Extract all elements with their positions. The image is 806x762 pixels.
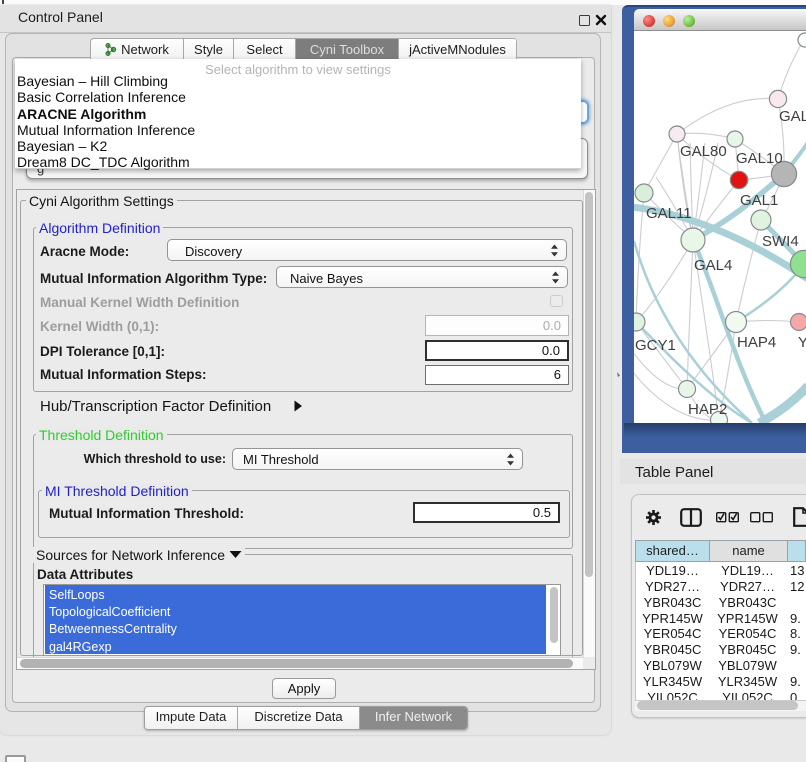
- svg-text:HAP2: HAP2: [688, 401, 727, 418]
- svg-text:YM: YM: [798, 334, 806, 351]
- svg-text:GAL4: GAL4: [694, 257, 732, 274]
- svg-text:GAL1: GAL1: [740, 192, 778, 209]
- svg-text:GCY1: GCY1: [635, 337, 676, 354]
- svg-text:GAL80: GAL80: [680, 143, 727, 160]
- svg-text:SWI4: SWI4: [762, 233, 799, 250]
- svg-text:GAL7: GAL7: [779, 108, 806, 125]
- svg-text:GAL10: GAL10: [736, 150, 783, 167]
- svg-text:HAP4: HAP4: [737, 334, 776, 351]
- svg-text:GAL11: GAL11: [646, 205, 692, 222]
